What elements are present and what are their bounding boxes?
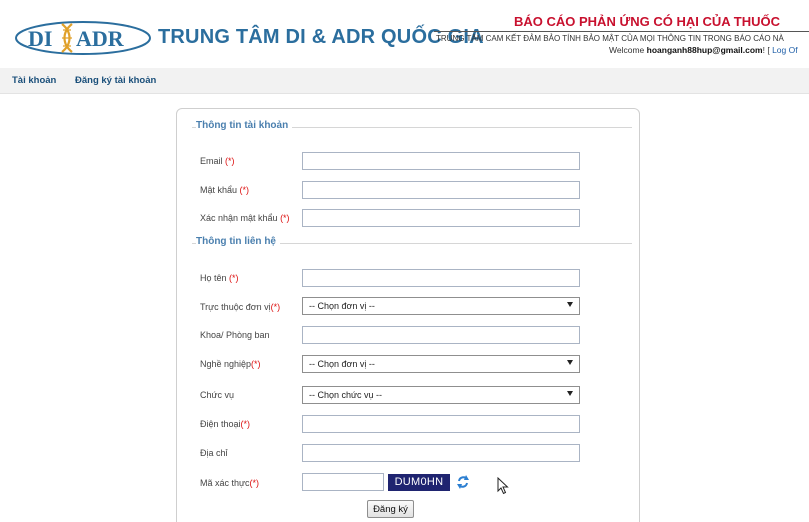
captcha-label: Mã xác thực(*) — [200, 478, 260, 488]
password-label: Mật khẩu (*) — [200, 185, 250, 195]
confidentiality-commitment: TRUNG TÂM CAM KẾT ĐẢM BẢO TÍNH BẢO MẬT C… — [436, 34, 784, 43]
user-email: hoanganh88hup@gmail.com — [646, 45, 763, 55]
position-label: Chức vụ — [200, 390, 235, 400]
section-title-contact-info: Thông tin liên hệ — [196, 236, 280, 247]
email-label: Email (*) — [200, 156, 235, 166]
dropdown-arrow-icon — [567, 391, 573, 396]
dropdown-arrow-icon — [567, 302, 573, 307]
captcha-image: DUM0HN — [388, 474, 450, 491]
captcha-field[interactable] — [302, 473, 384, 491]
department-label: Khoa/ Phòng ban — [200, 330, 270, 340]
address-label: Địa chỉ — [200, 448, 228, 458]
address-field[interactable] — [302, 444, 580, 462]
position-select[interactable]: -- Chọn chức vụ -- — [302, 386, 580, 404]
confirm-password-field[interactable] — [302, 209, 580, 227]
logo-text-di: DI — [28, 26, 52, 51]
mouse-cursor-icon — [497, 477, 509, 495]
center-name: TRUNG TÂM DI & ADR QUỐC GIA — [158, 26, 484, 48]
phone-field[interactable] — [302, 415, 580, 433]
logo-text-adr: ADR — [76, 26, 125, 51]
occupation-select[interactable]: -- Chọn đơn vị -- — [302, 355, 580, 373]
email-field[interactable] — [302, 152, 580, 170]
confirm-password-label: Xác nhận mật khẩu (*) — [200, 213, 290, 223]
full-name-field[interactable] — [302, 269, 580, 287]
occupation-label: Nghề nghiệp(*) — [200, 359, 261, 369]
logout-link[interactable]: Log Of — [772, 45, 798, 55]
nav-bar: Tài khoản Đăng ký tài khoản — [0, 68, 809, 94]
site-header: DI ADR TRUNG TÂM DI & ADR QUỐC GIA BÁO C… — [0, 0, 809, 68]
section-title-account-info: Thông tin tài khoản — [196, 120, 293, 131]
refresh-captcha-icon[interactable] — [456, 474, 470, 490]
password-field[interactable] — [302, 181, 580, 199]
unit-select[interactable]: -- Chọn đơn vị -- — [302, 297, 580, 315]
phone-label: Điện thoại(*) — [200, 419, 251, 429]
nav-item-account[interactable]: Tài khoản — [12, 75, 56, 86]
department-field[interactable] — [302, 326, 580, 344]
dropdown-arrow-icon — [567, 360, 573, 365]
di-adr-logo: DI ADR — [15, 21, 151, 55]
report-title: BÁO CÁO PHẢN ỨNG CÓ HẠI CỦA THUỐC — [514, 14, 780, 29]
register-button[interactable]: Đăng ký — [367, 500, 414, 518]
nav-item-register-account[interactable]: Đăng ký tài khoản — [75, 75, 156, 86]
title-divider — [434, 31, 809, 32]
full-name-label: Họ tên (*) — [200, 273, 239, 283]
welcome-message: Welcome hoanganh88hup@gmail.com! [ Log O… — [609, 45, 798, 55]
unit-label: Trực thuộc đơn vị(*) — [200, 302, 281, 312]
